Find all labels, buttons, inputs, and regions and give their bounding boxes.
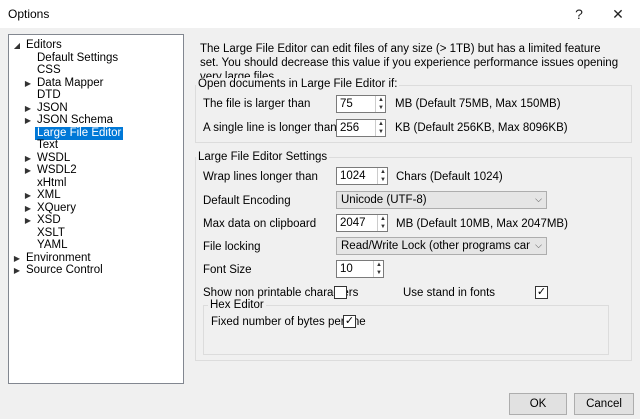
wrap-lines-stepper[interactable]: 1024 ▲ ▼: [336, 167, 388, 185]
clipboard-label: Max data on clipboard: [203, 218, 317, 230]
nonprint-checkbox[interactable]: [334, 286, 347, 299]
tree-item-label: xHtml: [37, 176, 67, 189]
wrap-lines-label: Wrap lines longer than: [203, 171, 318, 183]
stepper-buttons[interactable]: ▲ ▼: [377, 168, 387, 184]
font-size-value[interactable]: 10: [340, 263, 353, 275]
stepper-buttons[interactable]: ▲ ▼: [373, 261, 383, 277]
tree-item-label: Data Mapper: [37, 76, 104, 89]
file-locking-label: File locking: [203, 241, 261, 253]
file-locking-select[interactable]: Read/Write Lock (other programs can not …: [336, 237, 547, 255]
stepper-buttons[interactable]: ▲ ▼: [375, 96, 385, 112]
tree-item-label: Large File Editor: [35, 126, 124, 140]
hex-editor-group: [203, 305, 609, 355]
wrap-lines-hint: Chars (Default 1024): [396, 171, 503, 183]
fixed-bytes-checkbox[interactable]: ✓: [343, 315, 356, 328]
spin-up-icon[interactable]: ▲: [378, 215, 388, 223]
collapsed-arrow-icon[interactable]: ▶: [24, 77, 32, 90]
help-icon[interactable]: ?: [569, 4, 589, 24]
file-larger-value[interactable]: 75: [340, 98, 353, 110]
stepper-buttons[interactable]: ▲ ▼: [375, 120, 385, 136]
settings-group-title: Large File Editor Settings: [196, 151, 330, 163]
tree-item-label: Default Settings: [37, 51, 119, 64]
standin-fonts-label: Use stand in fonts: [403, 287, 496, 299]
hex-editor-group-title: Hex Editor: [208, 299, 266, 311]
check-icon: ✓: [536, 286, 547, 298]
collapsed-arrow-icon[interactable]: ▶: [24, 114, 32, 127]
cancel-button[interactable]: Cancel: [574, 393, 634, 415]
clipboard-value[interactable]: 2047: [340, 217, 366, 229]
spin-up-icon[interactable]: ▲: [376, 120, 386, 128]
font-size-label: Font Size: [203, 264, 252, 276]
open-documents-group: [195, 85, 632, 143]
standin-fonts-checkbox[interactable]: ✓: [535, 286, 548, 299]
tree-item-label: XML: [37, 189, 61, 201]
collapsed-arrow-icon[interactable]: ▶: [24, 189, 32, 202]
file-larger-hint: MB (Default 75MB, Max 150MB): [395, 98, 561, 110]
line-longer-stepper[interactable]: 256 ▲ ▼: [336, 119, 386, 137]
ok-button[interactable]: OK: [509, 393, 567, 415]
font-size-stepper[interactable]: 10 ▲ ▼: [336, 260, 384, 278]
encoding-label: Default Encoding: [203, 195, 291, 207]
tree-item-label: Editors: [26, 39, 62, 51]
spin-up-icon[interactable]: ▲: [378, 168, 388, 176]
check-icon: ✓: [344, 315, 355, 327]
line-longer-label: A single line is longer than: [203, 122, 337, 134]
wrap-lines-value[interactable]: 1024: [340, 170, 366, 182]
encoding-select[interactable]: Unicode (UTF-8) ⌵: [336, 191, 547, 209]
line-longer-hint: KB (Default 256KB, Max 8096KB): [395, 122, 568, 134]
spin-down-icon[interactable]: ▼: [374, 269, 384, 277]
window-title: Options: [8, 7, 50, 21]
spin-up-icon[interactable]: ▲: [376, 96, 386, 104]
spin-down-icon[interactable]: ▼: [376, 128, 386, 136]
spin-up-icon[interactable]: ▲: [374, 261, 384, 269]
title-bar: Options ? ✕: [0, 0, 640, 28]
collapsed-arrow-icon[interactable]: ▶: [13, 252, 21, 265]
tree-item-label: Environment: [26, 251, 91, 264]
tree-item-label: XQuery: [37, 201, 76, 214]
dialog-footer: OK Cancel: [0, 384, 640, 419]
tree-item-label: XSLT: [37, 226, 65, 239]
open-documents-group-title: Open documents in Large File Editor if:: [196, 78, 400, 90]
options-tree[interactable]: ◢ Editors Default Settings CSS ▶ Data Ma…: [8, 34, 184, 384]
collapsed-arrow-icon[interactable]: ▶: [24, 202, 32, 215]
collapsed-arrow-icon[interactable]: ▶: [24, 102, 32, 115]
tree-item-label: WSDL2: [37, 164, 77, 176]
file-larger-label: The file is larger than: [203, 98, 311, 110]
clipboard-hint: MB (Default 10MB, Max 2047MB): [396, 218, 568, 230]
clipboard-stepper[interactable]: 2047 ▲ ▼: [336, 214, 388, 232]
chevron-down-icon[interactable]: ⌵: [535, 240, 542, 251]
collapsed-arrow-icon[interactable]: ▶: [24, 152, 32, 165]
line-longer-value[interactable]: 256: [340, 122, 359, 134]
collapsed-arrow-icon[interactable]: ▶: [13, 264, 21, 277]
encoding-value[interactable]: Unicode (UTF-8): [341, 194, 530, 206]
spin-down-icon[interactable]: ▼: [378, 176, 388, 184]
tree-item-label: WSDL: [37, 151, 71, 164]
options-dialog: Options ? ✕ ◢ Editors Default Settings C…: [0, 0, 640, 419]
tree-item-label: YAML: [37, 239, 68, 251]
close-icon[interactable]: ✕: [608, 4, 628, 24]
tree-item-label: DTD: [37, 89, 61, 101]
expanded-arrow-icon[interactable]: ◢: [13, 39, 21, 52]
tree-item-label: CSS: [37, 64, 61, 76]
spin-down-icon[interactable]: ▼: [378, 223, 388, 231]
spin-down-icon[interactable]: ▼: [376, 104, 386, 112]
chevron-down-icon[interactable]: ⌵: [535, 194, 542, 205]
file-larger-stepper[interactable]: 75 ▲ ▼: [336, 95, 386, 113]
tree-item-label: JSON: [37, 101, 68, 114]
tree-item-label: Source Control: [26, 264, 103, 276]
tree-item-label: Text: [37, 139, 59, 151]
collapsed-arrow-icon[interactable]: ▶: [24, 164, 32, 177]
stepper-buttons[interactable]: ▲ ▼: [377, 215, 387, 231]
file-locking-value[interactable]: Read/Write Lock (other programs can not …: [341, 240, 530, 252]
collapsed-arrow-icon[interactable]: ▶: [24, 214, 32, 227]
tree-item-label: JSON Schema: [37, 114, 114, 126]
tree-item-label: XSD: [37, 214, 61, 226]
